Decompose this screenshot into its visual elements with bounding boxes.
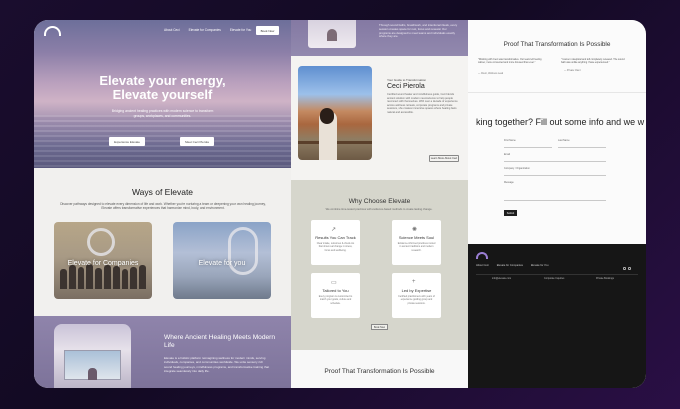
why-card-title: Science Meets Soul	[398, 235, 435, 240]
screenshot-frame: About Ceci Elevate for Companies Elevate…	[34, 20, 646, 388]
why-card-desc: Clear intake, outcomes & check-ins that …	[316, 242, 355, 252]
ways-subtitle: Discover pathways designed to elevate ev…	[60, 202, 266, 211]
why-card-title: Tailored to You	[322, 288, 349, 293]
contact-form-title: king together? Fill out some info and we…	[476, 117, 645, 127]
card-label-you: Elevate for you	[198, 260, 246, 267]
testimonial-author: — Private Client	[564, 70, 581, 72]
ceci-portrait-image	[298, 66, 372, 160]
last-name-field[interactable]	[558, 147, 606, 148]
footer-logo-icon[interactable]	[476, 252, 488, 259]
instagram-icon[interactable]	[623, 267, 626, 270]
guide-kicker: Your Guide to Transformation	[387, 78, 427, 82]
why-card-desc: Every program is customized to match you…	[318, 295, 353, 305]
footer-link-about[interactable]: About Ceci	[476, 264, 489, 267]
footer-link-companies[interactable]: Elevate for Companies	[497, 264, 523, 267]
plus-icon: +	[412, 279, 416, 285]
ancient-healing-text: Elevate is a holistic platform reimagini…	[164, 356, 270, 373]
why-book-now-button[interactable]: Book Now	[371, 324, 388, 330]
ancient-healing-section: Where Ancient Healing Meets Modern Life …	[34, 316, 291, 388]
hero-title-line2: Elevate yourself	[112, 87, 213, 102]
hero-subtitle: Bridging ancient healing practices with …	[111, 109, 214, 118]
sculpture-ring-icon	[228, 227, 258, 275]
ancient-healing-title: Where Ancient Healing Meets Modern Life	[164, 334, 276, 349]
social-links	[623, 267, 631, 270]
meet-ceci-button[interactable]: Meet Ceci Pierola	[180, 137, 214, 146]
footer-contact-private[interactable]: Private Bookings	[596, 277, 614, 280]
arch-icon	[87, 228, 115, 256]
testimonials-title: Proof That Transformation Is Possible	[503, 41, 611, 48]
guide-bio: Certified sound healer and mindfulness g…	[387, 93, 458, 114]
hero-section: About Ceci Elevate for Companies Elevate…	[34, 20, 291, 168]
why-card-title: Results You Can Track	[315, 235, 356, 240]
footer: About Ceci Elevate for Companies Elevate…	[468, 244, 646, 388]
elevate-for-companies-card[interactable]: Elevate for Companies	[54, 222, 152, 299]
meditation-image	[308, 20, 356, 48]
footer-nav: About Ceci Elevate for Companies Elevate…	[476, 264, 548, 267]
why-card-desc: Evidence-informed practices rooted in an…	[397, 242, 436, 252]
nav-item-you[interactable]: Elevate for You	[230, 28, 251, 32]
why-card-results: ↗ Results You Can Track Clear intake, ou…	[311, 220, 360, 265]
first-name-label: First Name	[504, 139, 516, 142]
cards-icon: ▭	[331, 280, 337, 286]
hero-title-line1: Elevate your energy,	[99, 73, 226, 88]
ways-title: Ways of Elevate	[131, 187, 194, 197]
contact-column: Proof That Transformation Is Possible "W…	[468, 20, 646, 388]
submit-button[interactable]: Submit	[504, 210, 517, 216]
first-name-field[interactable]	[504, 147, 552, 148]
testimonial-quote: "Working with Ceci was transformative. O…	[478, 58, 542, 65]
testimonial-author: — Client, Wellness Lead	[478, 73, 504, 75]
book-now-button[interactable]: Book Now	[256, 26, 279, 35]
email-label: Email	[504, 153, 510, 156]
guide-name: Ceci Pierola	[387, 83, 425, 90]
proof-section: Proof That Transformation Is Possible	[291, 350, 468, 388]
message-label: Message	[504, 181, 514, 184]
why-title: Why Choose Elevate	[348, 198, 411, 205]
proof-title: Proof That Transformation Is Possible	[324, 368, 435, 375]
why-card-expertise: + Led by Expertise Certified practitione…	[392, 273, 441, 318]
email-field[interactable]	[504, 161, 606, 162]
last-name-label: Last Name	[558, 139, 570, 142]
company-label: Company / Organization	[504, 167, 530, 170]
nav-item-about[interactable]: About Ceci	[164, 28, 180, 32]
section-divider	[468, 92, 646, 93]
why-card-desc: Certified practitioners with years of ex…	[398, 295, 435, 305]
intro-band: Through sound baths, breathwork, and int…	[291, 20, 468, 56]
footer-divider	[476, 274, 638, 275]
why-choose-section: Why Choose Elevate We combine time-teste…	[291, 180, 468, 350]
footer-link-you[interactable]: Elevate for You	[531, 264, 548, 267]
intro-text: Through sound baths, breathwork, and int…	[379, 23, 458, 39]
about-column: Through sound baths, breathwork, and int…	[291, 20, 468, 388]
nav-item-companies[interactable]: Elevate for Companies	[189, 28, 221, 32]
spa-image	[54, 324, 131, 388]
message-field[interactable]	[504, 200, 606, 201]
elevate-logo-icon[interactable]	[44, 26, 61, 36]
why-card-tailored: ▭ Tailored to You Every program is custo…	[311, 273, 360, 318]
hero-title: Elevate your energy, Elevate yourself	[74, 74, 251, 102]
homepage-column: About Ceci Elevate for Companies Elevate…	[34, 20, 291, 388]
footer-contact-corporate[interactable]: Corporate Inquiries	[544, 277, 564, 280]
experience-elevate-button[interactable]: Experience Elevate	[109, 137, 145, 146]
brain-icon: ✺	[412, 227, 418, 233]
why-card-science: ✺ Science Meets Soul Evidence-informed p…	[392, 220, 441, 265]
chart-icon: ↗	[331, 227, 337, 233]
learn-more-button[interactable]: Learn More About Ceci	[429, 155, 459, 162]
why-card-title: Led by Expertise	[401, 288, 432, 293]
company-field[interactable]	[504, 175, 606, 176]
elevate-for-you-card[interactable]: Elevate for you	[173, 222, 271, 299]
card-label-companies: Elevate for Companies	[67, 260, 139, 267]
footer-contact-email[interactable]: info@elevate.com	[492, 277, 511, 280]
linkedin-icon[interactable]	[628, 267, 631, 270]
why-subtitle: We combine time-tested practices with ev…	[325, 208, 433, 211]
main-nav: About Ceci Elevate for Companies Elevate…	[164, 28, 251, 32]
testimonial-quote: "I came in skeptical and left completely…	[561, 58, 625, 65]
